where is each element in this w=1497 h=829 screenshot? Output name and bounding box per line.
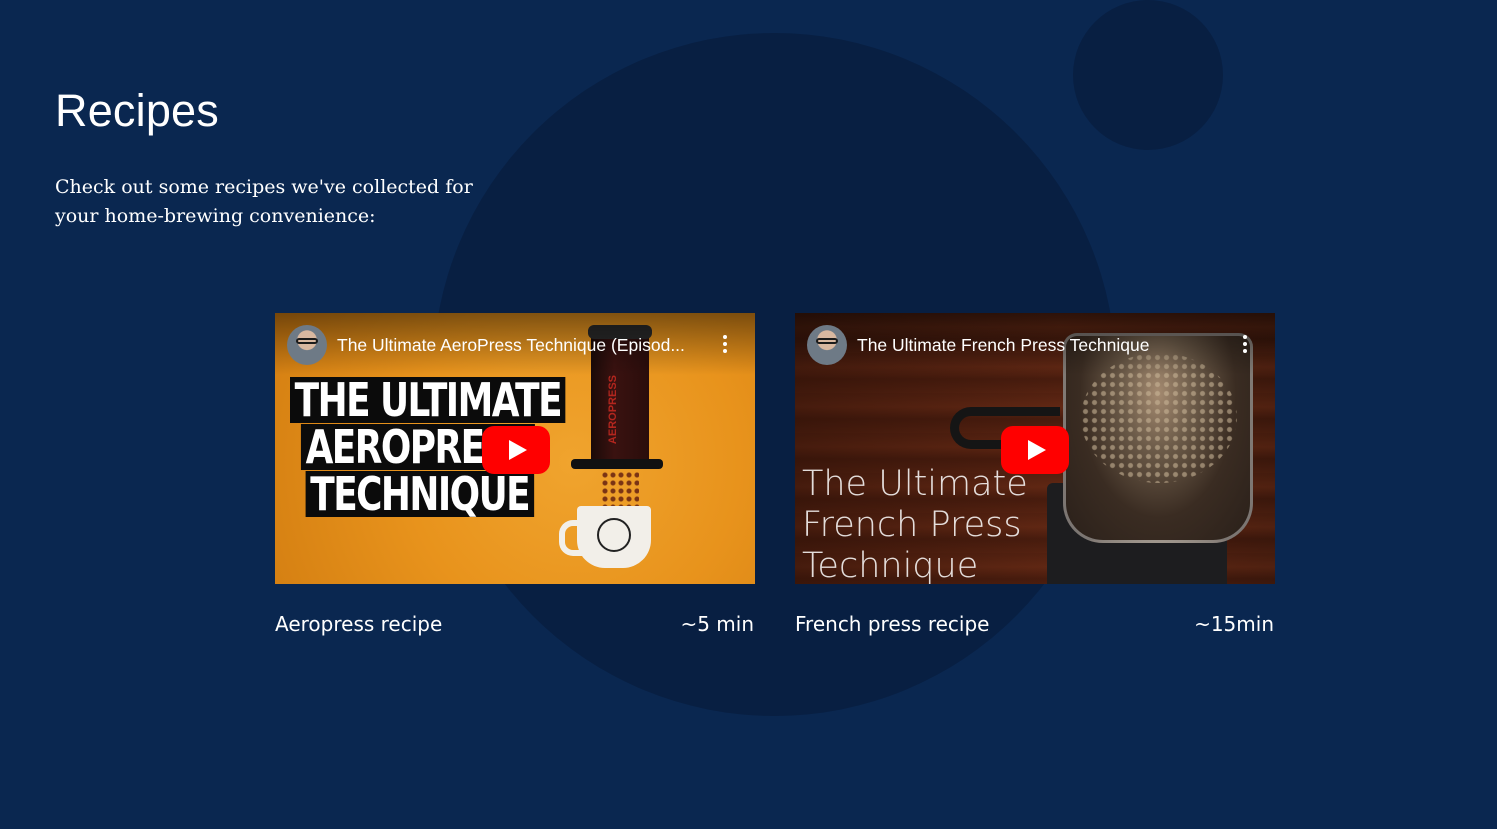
video-embed-aeropress[interactable]: THE ULTIMATE AEROPRESS TECHNIQUE AEROPRE… [275,313,755,584]
video-embed-french-press[interactable]: The Ultimate French Press Technique The … [795,313,1275,584]
more-vertical-icon[interactable] [721,335,729,355]
thumbnail-title-line: The Ultimate [802,464,1028,504]
recipe-name: French press recipe [795,612,990,636]
thumbnail-title-line: French Press [802,505,1022,545]
recipe-caption: Aeropress recipe ~5 min [275,612,755,652]
recipe-card-aeropress: THE ULTIMATE AEROPRESS TECHNIQUE AEROPRE… [275,313,755,652]
youtube-play-icon[interactable] [1001,426,1069,474]
thumbnail-title-line: TECHNIQUE [305,471,534,517]
recipe-time: ~5 min [680,612,754,636]
page-title: Recipes [55,85,219,136]
recipe-name: Aeropress recipe [275,612,443,636]
video-title[interactable]: The Ultimate French Press Technique [857,334,1217,356]
coffee-drips-image [601,471,639,507]
youtube-play-icon[interactable] [482,426,550,474]
device-brand-label: AEROPRESS [607,375,619,445]
recipe-time: ~15min [1194,612,1274,636]
intro-text: Check out some recipes we've collected f… [55,176,473,227]
channel-avatar[interactable] [807,325,847,365]
more-vertical-icon[interactable] [1241,335,1249,355]
thumbnail-title-line: Technique [802,546,979,584]
background-circle-small [1073,0,1223,150]
mug-image [559,506,651,568]
thumbnail-title: The Ultimate French Press Technique [802,464,1028,584]
channel-avatar[interactable] [287,325,327,365]
video-title[interactable]: The Ultimate AeroPress Technique (Episod… [337,334,697,356]
aeropress-base-image [571,459,663,469]
mug-logo [597,518,631,552]
recipe-caption: French press recipe ~15min [795,612,1275,652]
thumbnail-title-line: THE ULTIMATE [290,377,566,423]
recipe-card-french-press: The Ultimate French Press Technique The … [795,313,1275,652]
